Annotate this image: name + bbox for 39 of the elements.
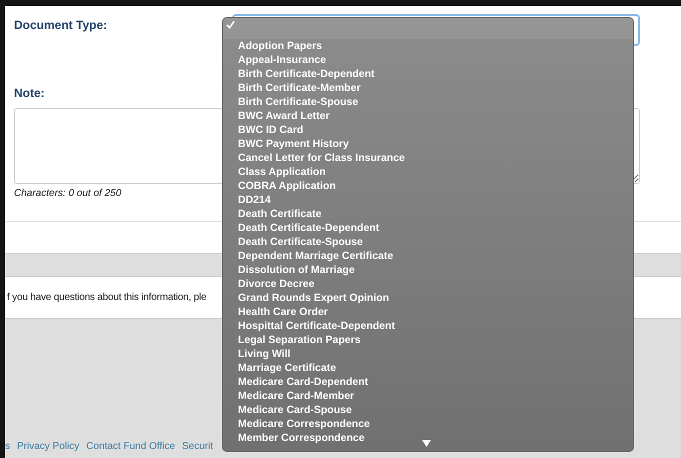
- dropdown-option[interactable]: Medicare Card-Member: [223, 389, 633, 403]
- dropdown-option[interactable]: Marriage Certificate: [223, 361, 633, 375]
- character-counter: Characters: 0 out of 250: [14, 188, 122, 199]
- dropdown-option[interactable]: Class Application: [223, 165, 633, 179]
- dropdown-option[interactable]: Health Care Order: [223, 305, 633, 319]
- dropdown-option[interactable]: Legal Separation Papers: [223, 333, 633, 347]
- dropdown-option[interactable]: Death Certificate-Dependent: [223, 221, 633, 235]
- dropdown-option[interactable]: COBRA Application: [223, 179, 633, 193]
- dropdown-option[interactable]: Birth Certificate-Member: [223, 81, 633, 95]
- dropdown-option[interactable]: Medicare Correspondence: [223, 417, 633, 431]
- checkmark-icon: [226, 20, 235, 29]
- dropdown-option[interactable]: Divorce Decree: [223, 277, 633, 291]
- dropdown-option[interactable]: Appeal-Insurance: [223, 53, 633, 67]
- footer-link[interactable]: Privacy Policy: [17, 441, 80, 452]
- dropdown-option[interactable]: Medicare Card-Spouse: [223, 403, 633, 417]
- dropdown-option[interactable]: BWC ID Card: [223, 123, 633, 137]
- dropdown-option[interactable]: Cancel Letter for Class Insurance: [223, 151, 633, 165]
- info-text: f you have questions about this information, ple: [6, 292, 206, 303]
- dropdown-option[interactable]: Dissolution of Marriage: [223, 263, 633, 277]
- dropdown-option[interactable]: Hospittal Certificate-Dependent: [223, 319, 633, 333]
- field-label: Note:: [14, 85, 45, 100]
- dropdown-option[interactable]: Death Certificate-Spouse: [223, 235, 633, 249]
- scroll-down-icon[interactable]: [422, 440, 431, 447]
- dropdown-option[interactable]: Medicare Card-Dependent: [223, 375, 633, 389]
- dropdown-option[interactable]: Death Certificate: [223, 207, 633, 221]
- dropdown-option[interactable]: BWC Award Letter: [223, 109, 633, 123]
- dropdown-option[interactable]: Member Correspondence: [223, 431, 633, 445]
- dropdown-option[interactable]: Adoption Papers: [223, 39, 633, 53]
- dropdown-option[interactable]: Living Will: [223, 347, 633, 361]
- field-label: Document Type:: [14, 17, 108, 32]
- footer-link[interactable]: Securit: [182, 441, 214, 452]
- footer-link[interactable]: Contact Fund Office: [86, 441, 175, 452]
- dropdown-option[interactable]: Dependent Marriage Certificate: [223, 249, 633, 263]
- dropdown-option[interactable]: Birth Certificate-Spouse: [223, 95, 633, 109]
- dropdown-option[interactable]: Grand Rounds Expert Opinion: [223, 291, 633, 305]
- dropdown-option[interactable]: DD214: [223, 193, 633, 207]
- dropdown-option[interactable]: BWC Payment History: [223, 137, 633, 151]
- footer-link[interactable]: s: [5, 441, 10, 452]
- dropdown-option[interactable]: Birth Certificate-Dependent: [223, 67, 633, 81]
